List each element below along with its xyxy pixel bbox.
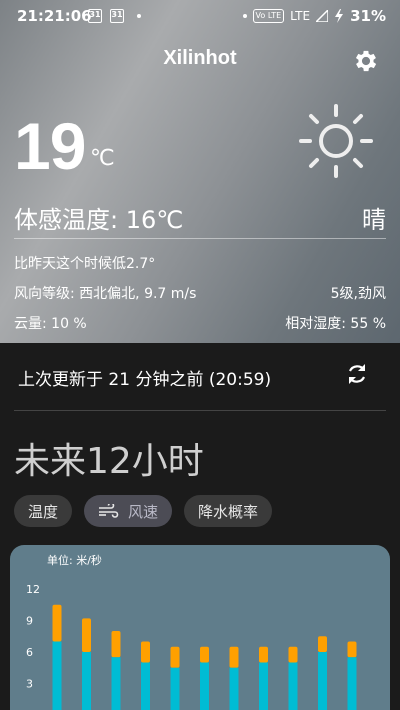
bar-gust-segment bbox=[318, 636, 327, 652]
bar-gust-segment bbox=[229, 646, 239, 668]
volte-icon: Vo LTE bbox=[252, 9, 285, 23]
bar-speed-segment bbox=[259, 662, 268, 710]
bar-gust-segment bbox=[111, 631, 121, 658]
battery-percent: 31% bbox=[350, 7, 386, 25]
bar-gust-segment bbox=[288, 646, 298, 663]
forecast-title: 未来12小时 bbox=[14, 441, 204, 482]
charging-icon bbox=[335, 9, 344, 23]
divider bbox=[14, 238, 386, 239]
wind-speed-chart: 单位: 米/秒 3 6 9 12 bbox=[10, 545, 390, 710]
wind-icon bbox=[99, 504, 119, 518]
calendar-icon: 31 bbox=[110, 9, 124, 23]
notification-dot bbox=[242, 14, 247, 18]
tab-temperature[interactable]: 温度 bbox=[14, 495, 73, 527]
tab-precipitation[interactable]: 降水概率 bbox=[184, 495, 273, 527]
wind-info: 风向等级: 西北偏北, 9.7 m/s bbox=[14, 286, 197, 302]
feels-like: 体感温度: 16℃ bbox=[14, 206, 184, 234]
bar-gust-segment bbox=[259, 646, 268, 663]
bar-gust-segment bbox=[170, 646, 180, 668]
network-label: LTE bbox=[290, 9, 311, 23]
notification-dot bbox=[137, 14, 141, 18]
bar-speed-segment bbox=[347, 657, 357, 710]
y-tick-label: 9 bbox=[26, 615, 33, 628]
tab-label: 降水概率 bbox=[198, 502, 259, 521]
status-bar: 21:21:06 31 31 Vo LTE LTE 31% bbox=[0, 0, 400, 32]
gear-icon[interactable] bbox=[352, 47, 380, 75]
city-title: Xilinhot bbox=[163, 47, 237, 69]
bar-speed-segment bbox=[111, 657, 121, 710]
y-tick-label: 3 bbox=[26, 678, 33, 691]
temperature-unit: ℃ bbox=[90, 146, 115, 171]
calendar-icon: 31 bbox=[88, 9, 102, 23]
chart-canvas: 3 6 9 12 bbox=[26, 583, 357, 710]
bar-speed-segment bbox=[229, 667, 239, 710]
current-weather-panel: 21:21:06 31 31 Vo LTE LTE 31% Xilinhot 1… bbox=[0, 0, 400, 343]
refresh-icon[interactable] bbox=[345, 362, 369, 386]
bar-speed-segment bbox=[200, 662, 209, 710]
bar-speed-segment bbox=[170, 667, 180, 710]
condition-text: 晴 bbox=[362, 206, 386, 234]
humidity: 相对湿度: 55 % bbox=[285, 316, 386, 332]
bar-gust-segment bbox=[82, 618, 91, 652]
status-time: 21:21:06 bbox=[17, 7, 92, 25]
status-icons: Vo LTE LTE 31% bbox=[242, 7, 386, 25]
last-updated: 上次更新于 21 分钟之前 (20:59) bbox=[18, 370, 272, 390]
sun-icon bbox=[299, 104, 373, 178]
cloud-cover: 云量: 10 % bbox=[14, 316, 87, 332]
wind-level: 5级,劲风 bbox=[330, 286, 386, 302]
signal-icon bbox=[316, 10, 329, 22]
y-tick-label: 12 bbox=[26, 583, 40, 596]
bar-speed-segment bbox=[82, 652, 91, 710]
y-tick-label: 6 bbox=[26, 646, 33, 659]
tab-label: 温度 bbox=[28, 502, 59, 521]
bar-speed-segment bbox=[141, 662, 150, 710]
divider bbox=[14, 410, 386, 411]
bar-speed-segment bbox=[288, 662, 298, 710]
bar-gust-segment bbox=[200, 646, 209, 663]
bar-gust-segment bbox=[52, 604, 62, 642]
forecast-tabs: 温度 风速 降水概率 bbox=[14, 495, 273, 527]
tab-label: 风速 bbox=[128, 502, 159, 521]
tab-wind-speed[interactable]: 风速 bbox=[84, 495, 173, 527]
current-temperature: 19 bbox=[14, 109, 86, 183]
bar-speed-segment bbox=[52, 641, 62, 710]
bar-gust-segment bbox=[347, 641, 357, 658]
bar-gust-segment bbox=[141, 641, 150, 663]
compare-yesterday: 比昨天这个时候低2.7° bbox=[14, 256, 156, 272]
bar-speed-segment bbox=[318, 652, 327, 710]
